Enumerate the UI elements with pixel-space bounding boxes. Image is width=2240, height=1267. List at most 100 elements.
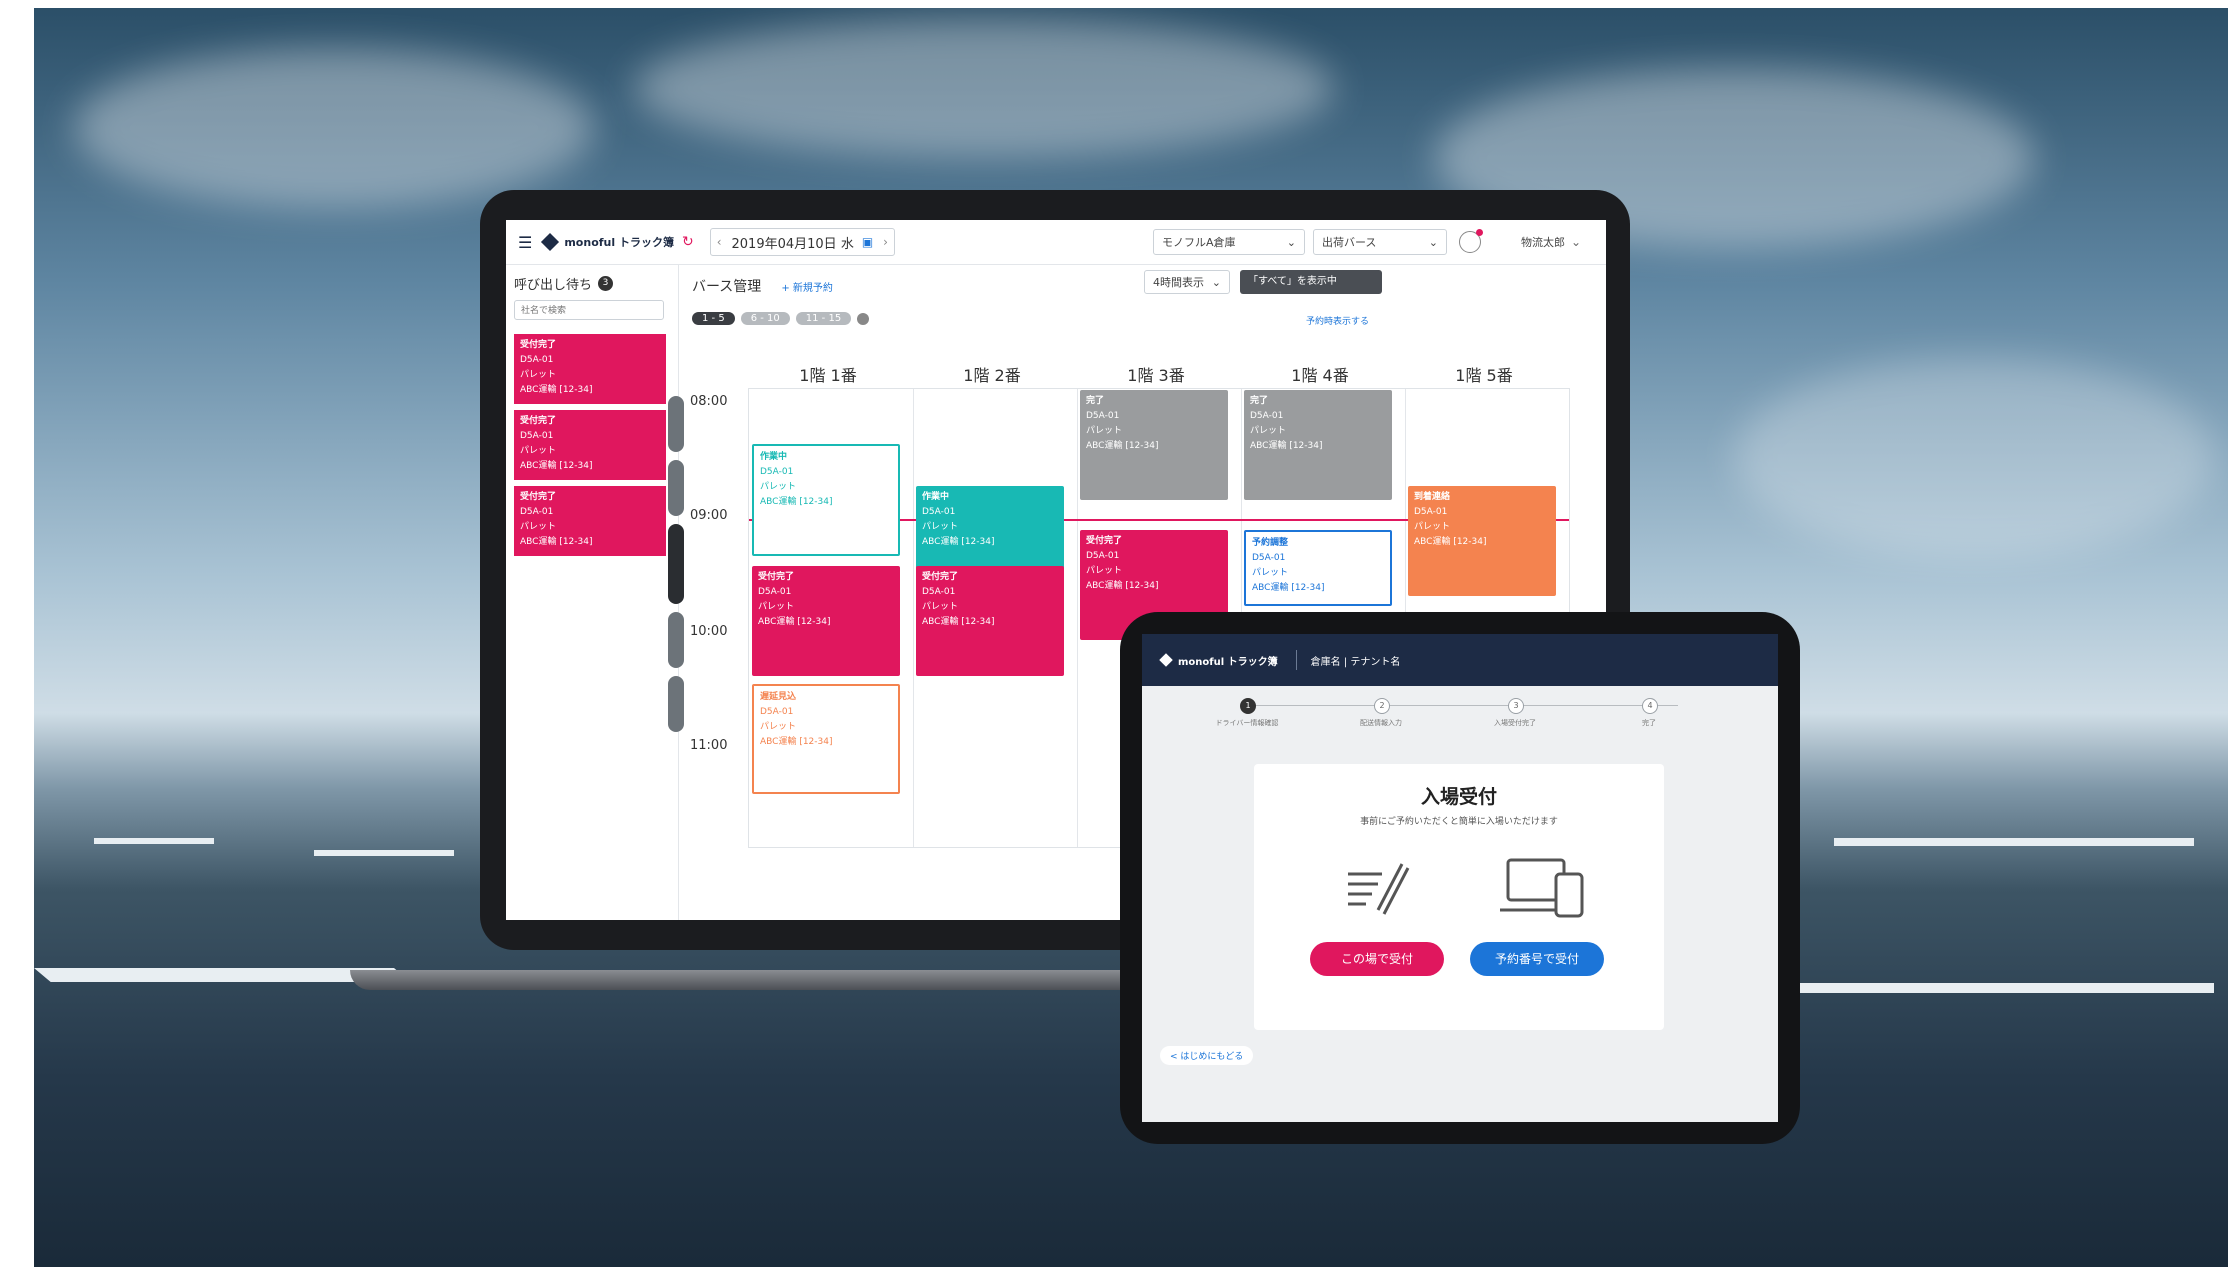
new-reservation-button[interactable]: + 新規予約 [781,279,833,294]
warehouse-select[interactable]: モノフルA倉庫 ⌄ [1152,229,1305,255]
slot-line1: D5A-01 [760,707,794,717]
road-marking [314,850,454,856]
slot-line2: パレット [1252,568,1289,578]
stepper-line [1248,705,1678,706]
card-line1: D5A-01 [520,431,554,441]
slot-line3: ABC運輸 [12-34] [760,497,833,507]
back-to-start-link[interactable]: < はじめにもどる [1160,1046,1254,1065]
slot-line1: D5A-01 [758,587,792,597]
tab-range-3[interactable]: 11 - 15 [795,312,852,325]
waitlist-card[interactable]: 受付完了 D5A-01 パレット ABC運輸 [12-34] [514,410,666,480]
slot-line2: パレット [760,482,797,492]
slot-status: 受付完了 [922,572,959,582]
time-range-pill-active[interactable] [668,524,684,604]
reservation-slot[interactable]: 完了 D5A-01 パレット ABC運輸 [12-34] [1244,390,1392,500]
time-range-pill[interactable] [668,612,684,668]
tab-range-2[interactable]: 6 - 10 [740,312,790,325]
slot-line3: ABC運輸 [12-34] [1250,441,1323,451]
date-picker[interactable]: ‹ 2019年04月10日 水 ▣ › [709,228,895,256]
berth-select[interactable]: 出荷バース ⌄ [1312,229,1447,255]
waitlist-card[interactable]: 受付完了 D5A-01 パレット ABC運輸 [12-34] [514,334,666,404]
slot-line2: パレット [758,602,795,612]
logo-icon [541,232,560,252]
handwriting-icon [1344,860,1414,916]
reservation-slot[interactable]: 受付完了 D5A-01 パレット ABC運輸 [12-34] [916,566,1064,676]
add-range-icon[interactable] [857,312,870,325]
slot-line1: D5A-01 [1252,553,1286,563]
slot-status: 遅延見込 [760,692,797,702]
filter-select[interactable]: 「すべて」を表示中 [1240,270,1382,294]
card-line3: ABC運輸 [12-34] [520,461,593,471]
calendar-icon[interactable]: ▣ [858,235,877,249]
chevron-right-icon[interactable]: › [877,235,894,249]
slot-status: 受付完了 [758,572,795,582]
card-status: 受付完了 [520,340,557,350]
time-range-pill[interactable] [668,460,684,516]
slot-line3: ABC運輸 [12-34] [922,537,995,547]
card-line3: ABC運輸 [12-34] [520,537,593,547]
reservation-slot[interactable]: 到着連絡 D5A-01 パレット ABC運輸 [12-34] [1408,486,1556,596]
onsite-reception-button[interactable]: この場で受付 [1310,942,1444,976]
waitlist-card[interactable]: 受付完了 D5A-01 パレット ABC運輸 [12-34] [514,486,666,556]
tablet-breadcrumb: 倉庫名 | テナント名 [1310,656,1401,668]
step-4-icon: 4 [1642,698,1658,714]
berth-column-header: 1階 2番 [963,366,1021,385]
view-select-value: 4時間表示 [1153,276,1204,289]
slot-line1: D5A-01 [760,467,794,477]
waitlist-panel: 呼び出し待ち 3 受付完了 D5A-01 パレット ABC運輸 [12-34] … [506,264,679,920]
time-range-pill[interactable] [668,676,684,732]
time-label: 10:00 [690,624,728,639]
reservation-slot[interactable]: 受付完了 D5A-01 パレット ABC運輸 [12-34] [752,566,900,676]
slot-line1: D5A-01 [922,507,956,517]
slot-line3: ABC運輸 [12-34] [1414,537,1487,547]
chevron-left-icon[interactable]: ‹ [711,235,728,249]
page-title: バース管理 [692,279,762,295]
reservation-slot[interactable]: 予約調整 D5A-01 パレット ABC運輸 [12-34] [1244,530,1392,606]
show-reservation-link[interactable]: 予約時表示する [1306,314,1369,327]
waitlist-search-input[interactable] [514,300,664,320]
step-2-icon: 2 [1374,698,1390,714]
tablet-header: monoful トラック簿 倉庫名 | テナント名 [1142,634,1778,686]
slot-line1: D5A-01 [922,587,956,597]
road-marking [1834,838,2194,846]
reception-subtitle: 事前にご予約いただくと簡単に入場いただけます [1360,817,1558,827]
range-tabs: 1 - 5 6 - 10 11 - 15 [692,312,870,325]
slot-line2: パレット [1250,426,1287,436]
time-range-pill[interactable] [668,396,684,452]
slot-status: 完了 [1250,396,1269,406]
road-marking [94,838,214,844]
slot-status: 作業中 [760,452,788,462]
warehouse-select-value: モノフルA倉庫 [1161,236,1236,249]
slot-line3: ABC運輸 [12-34] [758,617,831,627]
date-value: 2019年04月10日 水 [731,236,854,252]
slot-status: 到着連絡 [1414,492,1451,502]
waitlist-title: 呼び出し待ち [514,278,593,293]
notification-icon[interactable] [1458,229,1483,253]
step-label: 完了 [1642,719,1656,727]
slot-status: 予約調整 [1252,538,1289,548]
card-line1: D5A-01 [520,507,554,517]
step-label: 入場受付完了 [1494,719,1536,727]
tablet-screen: monoful トラック簿 倉庫名 | テナント名 1 2 3 4 ドライバー情… [1142,634,1778,1122]
reception-card: 入場受付 事前にご予約いただくと簡単に入場いただけます この場で受付 予約番号で… [1254,764,1664,1030]
card-line2: パレット [520,370,557,380]
step-1-icon: 1 [1240,698,1256,714]
reservation-slot[interactable]: 完了 D5A-01 パレット ABC運輸 [12-34] [1080,390,1228,500]
user-menu[interactable]: 物流太郎 [1521,234,1565,250]
step-3-icon: 3 [1508,698,1524,714]
reservation-number-button[interactable]: 予約番号で受付 [1470,942,1604,976]
logo-icon [1159,653,1173,667]
view-select[interactable]: 4時間表示 ⌄ [1144,270,1230,294]
slot-line2: パレット [760,722,797,732]
reservation-slot[interactable]: 作業中 D5A-01 パレット ABC運輸 [12-34] [752,444,900,556]
chevron-down-icon[interactable]: ⌄ [1571,235,1581,249]
refresh-icon[interactable]: ↻ [682,234,694,250]
menu-icon[interactable]: ☰ [518,233,532,252]
devices-icon [1498,854,1588,920]
berth-column-header: 1階 1番 [799,366,857,385]
slot-line3: ABC運輸 [12-34] [760,737,833,747]
reservation-slot[interactable]: 遅延見込 D5A-01 パレット ABC運輸 [12-34] [752,684,900,794]
tab-range-1[interactable]: 1 - 5 [692,312,735,325]
berth-select-value: 出荷バース [1321,236,1377,249]
slot-line1: D5A-01 [1250,411,1284,421]
